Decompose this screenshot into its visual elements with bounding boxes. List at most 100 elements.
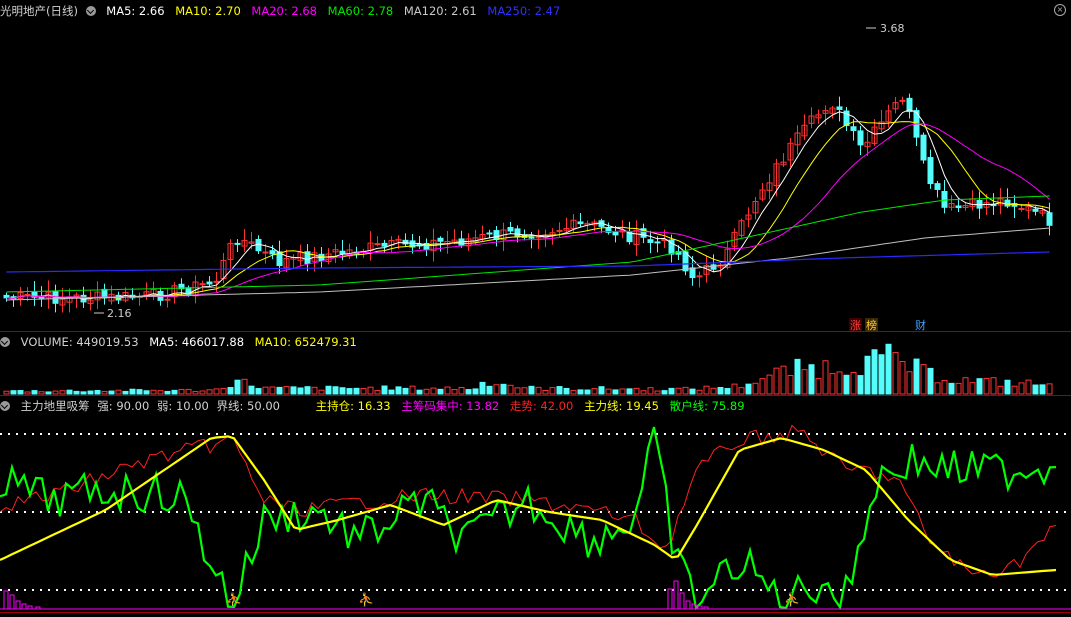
volume-bar xyxy=(766,374,773,395)
volume-bar xyxy=(234,379,241,395)
badge-bang[interactable]: 榜 xyxy=(866,318,877,332)
candlestick-series xyxy=(3,93,1053,313)
volume-bar xyxy=(143,390,150,395)
volume-bar xyxy=(38,391,45,395)
volume-bar xyxy=(1046,383,1053,395)
volume-bar xyxy=(479,381,486,395)
volume-bar xyxy=(913,358,920,395)
volume-bar xyxy=(976,378,983,395)
volume-bar xyxy=(612,389,619,395)
candle-body xyxy=(941,190,948,208)
ma20-line xyxy=(6,123,1050,299)
badge-up[interactable]: 涨 xyxy=(850,319,861,332)
candle-body xyxy=(836,106,843,110)
volume-bar xyxy=(864,355,871,395)
volume-bar xyxy=(458,386,465,395)
chip-concentration-bar xyxy=(9,594,15,610)
ma10-line xyxy=(6,121,1050,299)
volume-bar xyxy=(290,386,297,395)
volume-bar xyxy=(675,387,682,395)
volume-bar xyxy=(451,389,458,395)
volume-bar xyxy=(724,388,731,395)
volume-bar xyxy=(689,388,696,395)
volume-bar xyxy=(493,384,500,395)
volume-bar xyxy=(395,386,402,395)
buy-signal-icon: ⛹ xyxy=(226,591,242,608)
volume-bar xyxy=(542,389,549,395)
volume-bar xyxy=(920,364,927,395)
volume-bar xyxy=(213,388,220,395)
stock-chart-canvas[interactable]: 3.68 2.16 涨 榜 财 ⛹ ⛹ ⛹ xyxy=(0,0,1071,617)
moving-average-lines xyxy=(6,108,1050,301)
volume-bar xyxy=(626,388,633,395)
volume-bar xyxy=(892,352,899,395)
candle-body xyxy=(1018,208,1025,211)
retail-line xyxy=(0,426,1057,611)
candle-body xyxy=(1032,208,1039,212)
volume-bar xyxy=(45,391,52,395)
volume-bar xyxy=(94,389,101,395)
volume-bar xyxy=(332,386,339,395)
volume-bar xyxy=(696,389,703,395)
candle-body xyxy=(955,205,962,209)
candle-body xyxy=(927,157,934,185)
volume-bar xyxy=(640,390,647,395)
candle-body xyxy=(514,228,521,238)
candle-body xyxy=(234,242,241,245)
chip-concentration-bar xyxy=(673,580,679,610)
volume-bar xyxy=(955,382,962,395)
candle-body xyxy=(269,250,276,255)
ma5-line xyxy=(6,108,1050,300)
candle-body xyxy=(199,283,206,286)
candle-body xyxy=(899,99,906,102)
volume-bar xyxy=(990,377,997,395)
volume-bar xyxy=(584,389,591,395)
volume-bar xyxy=(1004,379,1011,395)
ma250-line xyxy=(6,251,1050,273)
volume-bar xyxy=(780,365,787,395)
volume-bar xyxy=(409,385,416,395)
volume-bar xyxy=(948,382,955,395)
volume-bars xyxy=(3,343,1053,395)
volume-bar xyxy=(717,387,724,395)
ma120-line xyxy=(6,227,1050,301)
volume-bar xyxy=(836,371,843,395)
badge-cai[interactable]: 财 xyxy=(915,318,926,332)
candle-body xyxy=(528,236,535,239)
volume-bar xyxy=(157,390,164,395)
volume-bar xyxy=(297,387,304,395)
volume-bar xyxy=(31,390,38,395)
chip-concentration-bar xyxy=(679,592,685,610)
volume-bar xyxy=(619,388,626,395)
candle-body xyxy=(556,229,563,232)
chip-concentration-bar xyxy=(685,600,691,610)
volume-bar xyxy=(136,389,143,395)
candle-body xyxy=(437,237,444,242)
volume-bar xyxy=(1032,384,1039,395)
volume-bar xyxy=(633,387,640,395)
volume-bar xyxy=(367,386,374,395)
volume-bar xyxy=(52,390,59,395)
volume-bar xyxy=(416,389,423,395)
chip-concentration-bar xyxy=(667,588,673,610)
volume-bar xyxy=(549,387,556,395)
volume-bar xyxy=(759,378,766,395)
volume-bar xyxy=(871,349,878,395)
volume-bar xyxy=(472,388,479,395)
volume-bar xyxy=(206,389,213,395)
volume-bar xyxy=(192,391,199,395)
volume-bar xyxy=(899,361,906,395)
volume-bar xyxy=(1025,379,1032,395)
volume-bar xyxy=(17,390,24,395)
candle-body xyxy=(1004,199,1011,207)
candle-body xyxy=(1046,212,1053,226)
volume-bar xyxy=(269,386,276,395)
volume-bar xyxy=(276,386,283,395)
volume-bar xyxy=(486,385,493,395)
volume-bar xyxy=(997,385,1004,395)
volume-bar xyxy=(122,390,129,395)
volume-bar xyxy=(164,390,171,395)
candle-body xyxy=(24,293,31,296)
candle-body xyxy=(164,298,171,301)
chip-concentration-bar xyxy=(21,603,27,610)
